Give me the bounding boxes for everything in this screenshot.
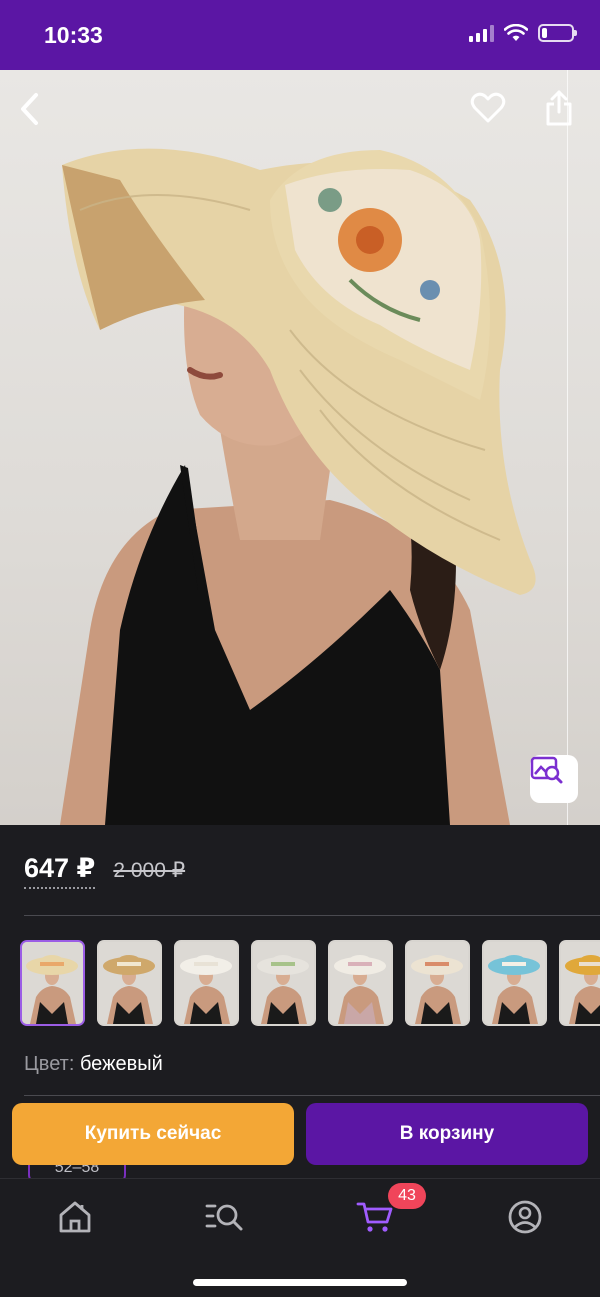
current-price[interactable]: 647 ₽ (24, 853, 96, 889)
color-row: Цвет: бежевый (24, 1053, 163, 1076)
variant-thumbnail[interactable] (97, 940, 162, 1026)
home-icon (59, 1201, 91, 1233)
variant-thumbnail[interactable] (405, 940, 470, 1026)
variant-thumbnails (20, 940, 600, 1026)
variant-photo (22, 942, 83, 1024)
search-by-photo-button[interactable] (530, 755, 578, 803)
variant-photo (253, 942, 314, 1024)
catalog-search-icon (205, 1204, 243, 1231)
profile-icon (508, 1200, 542, 1234)
chevron-left-icon (21, 93, 38, 125)
color-value: бежевый (79, 1053, 163, 1075)
back-button[interactable] (18, 92, 58, 132)
cart-icon (356, 1202, 393, 1232)
battery-level (542, 28, 547, 38)
status-icons (469, 24, 577, 42)
variant-thumbnail[interactable] (559, 940, 600, 1026)
heart-icon (470, 92, 506, 123)
price-row: 647 ₽ 2 000 ₽ (24, 853, 185, 889)
variant-photo (484, 942, 545, 1024)
variant-thumbnail[interactable] (328, 940, 393, 1026)
cellular-signal-icon (469, 24, 494, 42)
share-icon (546, 90, 572, 126)
wifi-icon (504, 24, 528, 41)
battery-icon (538, 24, 577, 42)
divider (24, 915, 600, 916)
image-edge (567, 70, 568, 825)
favorite-button[interactable] (470, 92, 512, 134)
tab-home[interactable] (53, 1195, 97, 1239)
variant-photo (561, 942, 600, 1024)
variant-thumbnail[interactable] (482, 940, 547, 1026)
cart-count-badge: 43 (388, 1183, 426, 1209)
tab-profile[interactable] (503, 1195, 547, 1239)
tab-catalog[interactable] (203, 1195, 247, 1239)
color-label: Цвет: (24, 1053, 75, 1075)
add-to-cart-button[interactable]: В корзину (306, 1103, 588, 1165)
buy-now-button[interactable]: Купить сейчас (12, 1103, 294, 1165)
status-time: 10:33 (44, 22, 103, 48)
status-bar: 10:33 (0, 0, 600, 70)
variant-thumbnail[interactable] (20, 940, 85, 1026)
variant-photo (176, 942, 237, 1024)
variant-thumbnail[interactable] (251, 940, 316, 1026)
variant-photo (407, 942, 468, 1024)
home-indicator[interactable] (193, 1279, 407, 1286)
variant-photo (99, 942, 160, 1024)
old-price: 2 000 ₽ (113, 859, 186, 882)
variant-photo (330, 942, 391, 1024)
product-photo (60, 148, 536, 825)
variant-thumbnail[interactable] (174, 940, 239, 1026)
divider (24, 1095, 600, 1096)
share-button[interactable] (544, 90, 584, 134)
image-search-icon (530, 756, 563, 784)
product-image[interactable] (0, 70, 600, 825)
